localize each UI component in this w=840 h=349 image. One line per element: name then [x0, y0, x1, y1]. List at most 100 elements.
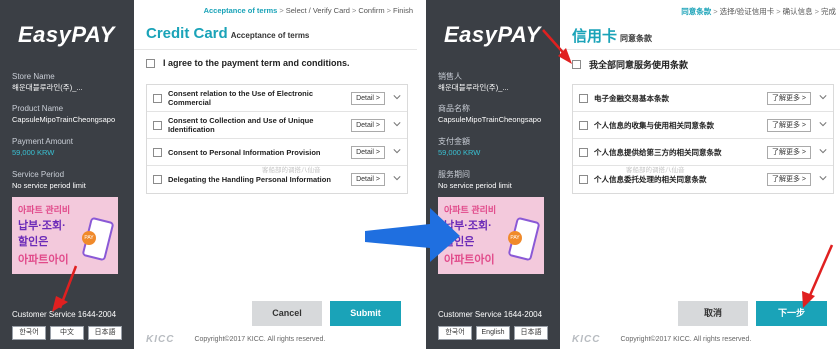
agree-all-row[interactable]: I agree to the payment term and conditio…	[146, 58, 350, 68]
payment-window-english: EasyPAY Store Name 해운대블루라인(주)_... Produc…	[0, 0, 417, 349]
copyright: Copyright©2017 KICC. All rights reserved…	[194, 336, 326, 343]
watermark: 客船部的调搭八仙音	[626, 167, 685, 174]
footer: KICC Copyright©2017 KICC. All rights res…	[146, 334, 325, 345]
agree-all-checkbox[interactable]	[572, 60, 581, 69]
store-label: 销售人	[438, 72, 462, 81]
period-label: 服务期间	[438, 170, 470, 179]
chevron-down-icon[interactable]	[393, 147, 401, 155]
ad-line-1: 아파트 관리비	[18, 205, 71, 215]
store-label: Store Name	[12, 72, 55, 81]
period-info: 服务期间 No service period limit	[438, 170, 556, 191]
next-step-button[interactable]: 下一步	[756, 301, 827, 326]
detail-button[interactable]: 了解更多 >	[766, 173, 811, 186]
easypay-logo: EasyPAY	[18, 22, 115, 47]
term-label: 个人信息提供给第三方的相关同意条款	[594, 147, 722, 157]
detail-button[interactable]: 了解更多 >	[766, 146, 811, 159]
chevron-down-icon[interactable]	[393, 120, 401, 128]
amount-value: 59,000 KRW	[438, 148, 481, 157]
chevron-down-icon[interactable]	[393, 93, 401, 101]
detail-button[interactable]: 了解更多 >	[766, 92, 811, 105]
advertisement-banner[interactable]: 아파트 관리비 납부·조회· 할인은 아파트아이 PAY	[438, 197, 544, 274]
lang-japanese-button[interactable]: 日本語	[88, 326, 122, 340]
period-value: No service period limit	[438, 181, 512, 190]
term-checkbox[interactable]	[153, 175, 162, 184]
copyright: Copyright©2017 KICC. All rights reserved…	[620, 336, 752, 343]
sidebar: EasyPAY Store Name 해운대블루라인(주)_... Produc…	[0, 0, 134, 349]
store-value: 해운대블루라인(주)_...	[12, 83, 83, 92]
term-checkbox[interactable]	[579, 120, 588, 130]
step-3: Confirm	[358, 6, 385, 15]
store-value: 해운대블루라인(주)_...	[438, 83, 509, 92]
agree-all-label: I agree to the payment term and conditio…	[163, 58, 350, 68]
detail-button[interactable]: Detail >	[351, 92, 385, 105]
chevron-down-icon[interactable]	[819, 93, 827, 101]
lang-japanese-button[interactable]: 日本語	[514, 326, 548, 340]
chevron-down-icon[interactable]	[819, 174, 827, 182]
product-info: 商品名称 CapsuleMipoTrainCheongsapo	[438, 104, 556, 125]
sidebar: EasyPAY 销售人 해운대블루라인(주)_... 商品名称 CapsuleM…	[426, 0, 560, 349]
term-checkbox[interactable]	[579, 93, 588, 103]
term-row: 电子金融交易基本条款 了解更多 >	[573, 85, 833, 112]
title-bar: 信用卡 同意条款	[560, 20, 840, 50]
term-checkbox[interactable]	[153, 120, 162, 130]
term-checkbox[interactable]	[153, 93, 162, 103]
product-value: CapsuleMipoTrainCheongsapo	[438, 115, 542, 124]
cancel-button[interactable]: Cancel	[252, 301, 322, 326]
detail-button[interactable]: 了解更多 >	[766, 119, 811, 132]
submit-button[interactable]: Submit	[330, 301, 401, 326]
lang-korean-button[interactable]: 한국어	[438, 326, 472, 340]
detail-button[interactable]: Detail >	[351, 173, 385, 186]
term-label: 个人信息委托处理的相关同意条款	[594, 175, 707, 184]
term-row: 个人信息的收集与使用相关同意条款 了解更多 >	[573, 112, 833, 139]
term-row: Consent to Collection and Use of Unique …	[147, 112, 407, 139]
terms-list: Consent relation to the Use of Electroni…	[146, 84, 408, 194]
ad-line-2: 납부·조회·	[444, 220, 492, 232]
page-title: Credit Card Acceptance of terms	[146, 25, 310, 42]
terms-list: 电子金融交易基本条款 了解更多 > 个人信息的收集与使用相关同意条款 了解更多 …	[572, 84, 834, 194]
term-checkbox[interactable]	[153, 147, 162, 157]
ad-line-3: 할인은	[18, 236, 49, 248]
term-checkbox[interactable]	[579, 147, 588, 157]
store-info: Store Name 해운대블루라인(주)_...	[12, 72, 130, 93]
chevron-down-icon[interactable]	[819, 147, 827, 155]
title-bar: Credit Card Acceptance of terms	[134, 20, 417, 50]
amount-label: 支付金額	[438, 137, 470, 146]
agree-all-checkbox[interactable]	[146, 58, 155, 68]
step-4: 完成	[821, 7, 836, 16]
chevron-down-icon[interactable]	[819, 120, 827, 128]
page-title: 信用卡 同意条款	[572, 28, 653, 45]
step-1: 同意条款	[681, 7, 712, 16]
cancel-button[interactable]: 取消	[678, 301, 748, 326]
advertisement-banner[interactable]: 아파트 관리비 납부·조회· 할인은 아파트아이 PAY	[12, 197, 118, 274]
lang-chinese-button[interactable]: 中文	[50, 326, 84, 340]
customer-service: Customer Service 1644-2004	[438, 310, 543, 319]
term-row: 个人信息提供给第三方的相关同意条款 了解更多 >	[573, 139, 833, 166]
pay-badge-icon: PAY	[82, 231, 96, 245]
amount-info: Payment Amount 59,000 KRW	[12, 137, 130, 158]
step-1: Acceptance of terms	[203, 6, 278, 15]
lang-korean-button[interactable]: 한국어	[12, 326, 46, 340]
detail-button[interactable]: Detail >	[351, 146, 385, 159]
detail-button[interactable]: Detail >	[351, 119, 385, 132]
term-label: 个人信息的收集与使用相关同意条款	[594, 120, 714, 130]
agree-all-label: 我全部同意服务使用条款	[589, 60, 689, 70]
term-label: Consent to Collection and Use of Unique …	[168, 116, 314, 134]
amount-value: 59,000 KRW	[12, 148, 55, 157]
lang-english-button[interactable]: English	[476, 326, 510, 340]
pay-badge-icon: PAY	[508, 231, 522, 245]
term-checkbox[interactable]	[579, 175, 588, 184]
product-value: CapsuleMipoTrainCheongsapo	[12, 115, 116, 124]
agree-all-row[interactable]: 我全部同意服务使用条款	[572, 58, 688, 71]
step-2: Select / Verify Card	[285, 6, 350, 15]
term-label: Delegating the Handling Personal Informa…	[168, 175, 331, 184]
chevron-down-icon[interactable]	[393, 174, 401, 182]
payment-window-chinese: EasyPAY 销售人 해운대블루라인(주)_... 商品名称 CapsuleM…	[426, 0, 840, 349]
product-label: Product Name	[12, 104, 64, 113]
watermark: 客船部的调搭八仙音	[262, 167, 321, 174]
language-selector: 한국어 中文 日本語	[12, 326, 122, 340]
period-label: Service Period	[12, 170, 65, 179]
ad-line-3: 할인은	[444, 236, 475, 248]
term-row: 个人信息委托处理的相关同意条款 了解更多 >	[573, 166, 833, 193]
ad-line-1: 아파트 관리비	[444, 205, 497, 215]
term-row: Consent to Personal Information Provisio…	[147, 139, 407, 166]
